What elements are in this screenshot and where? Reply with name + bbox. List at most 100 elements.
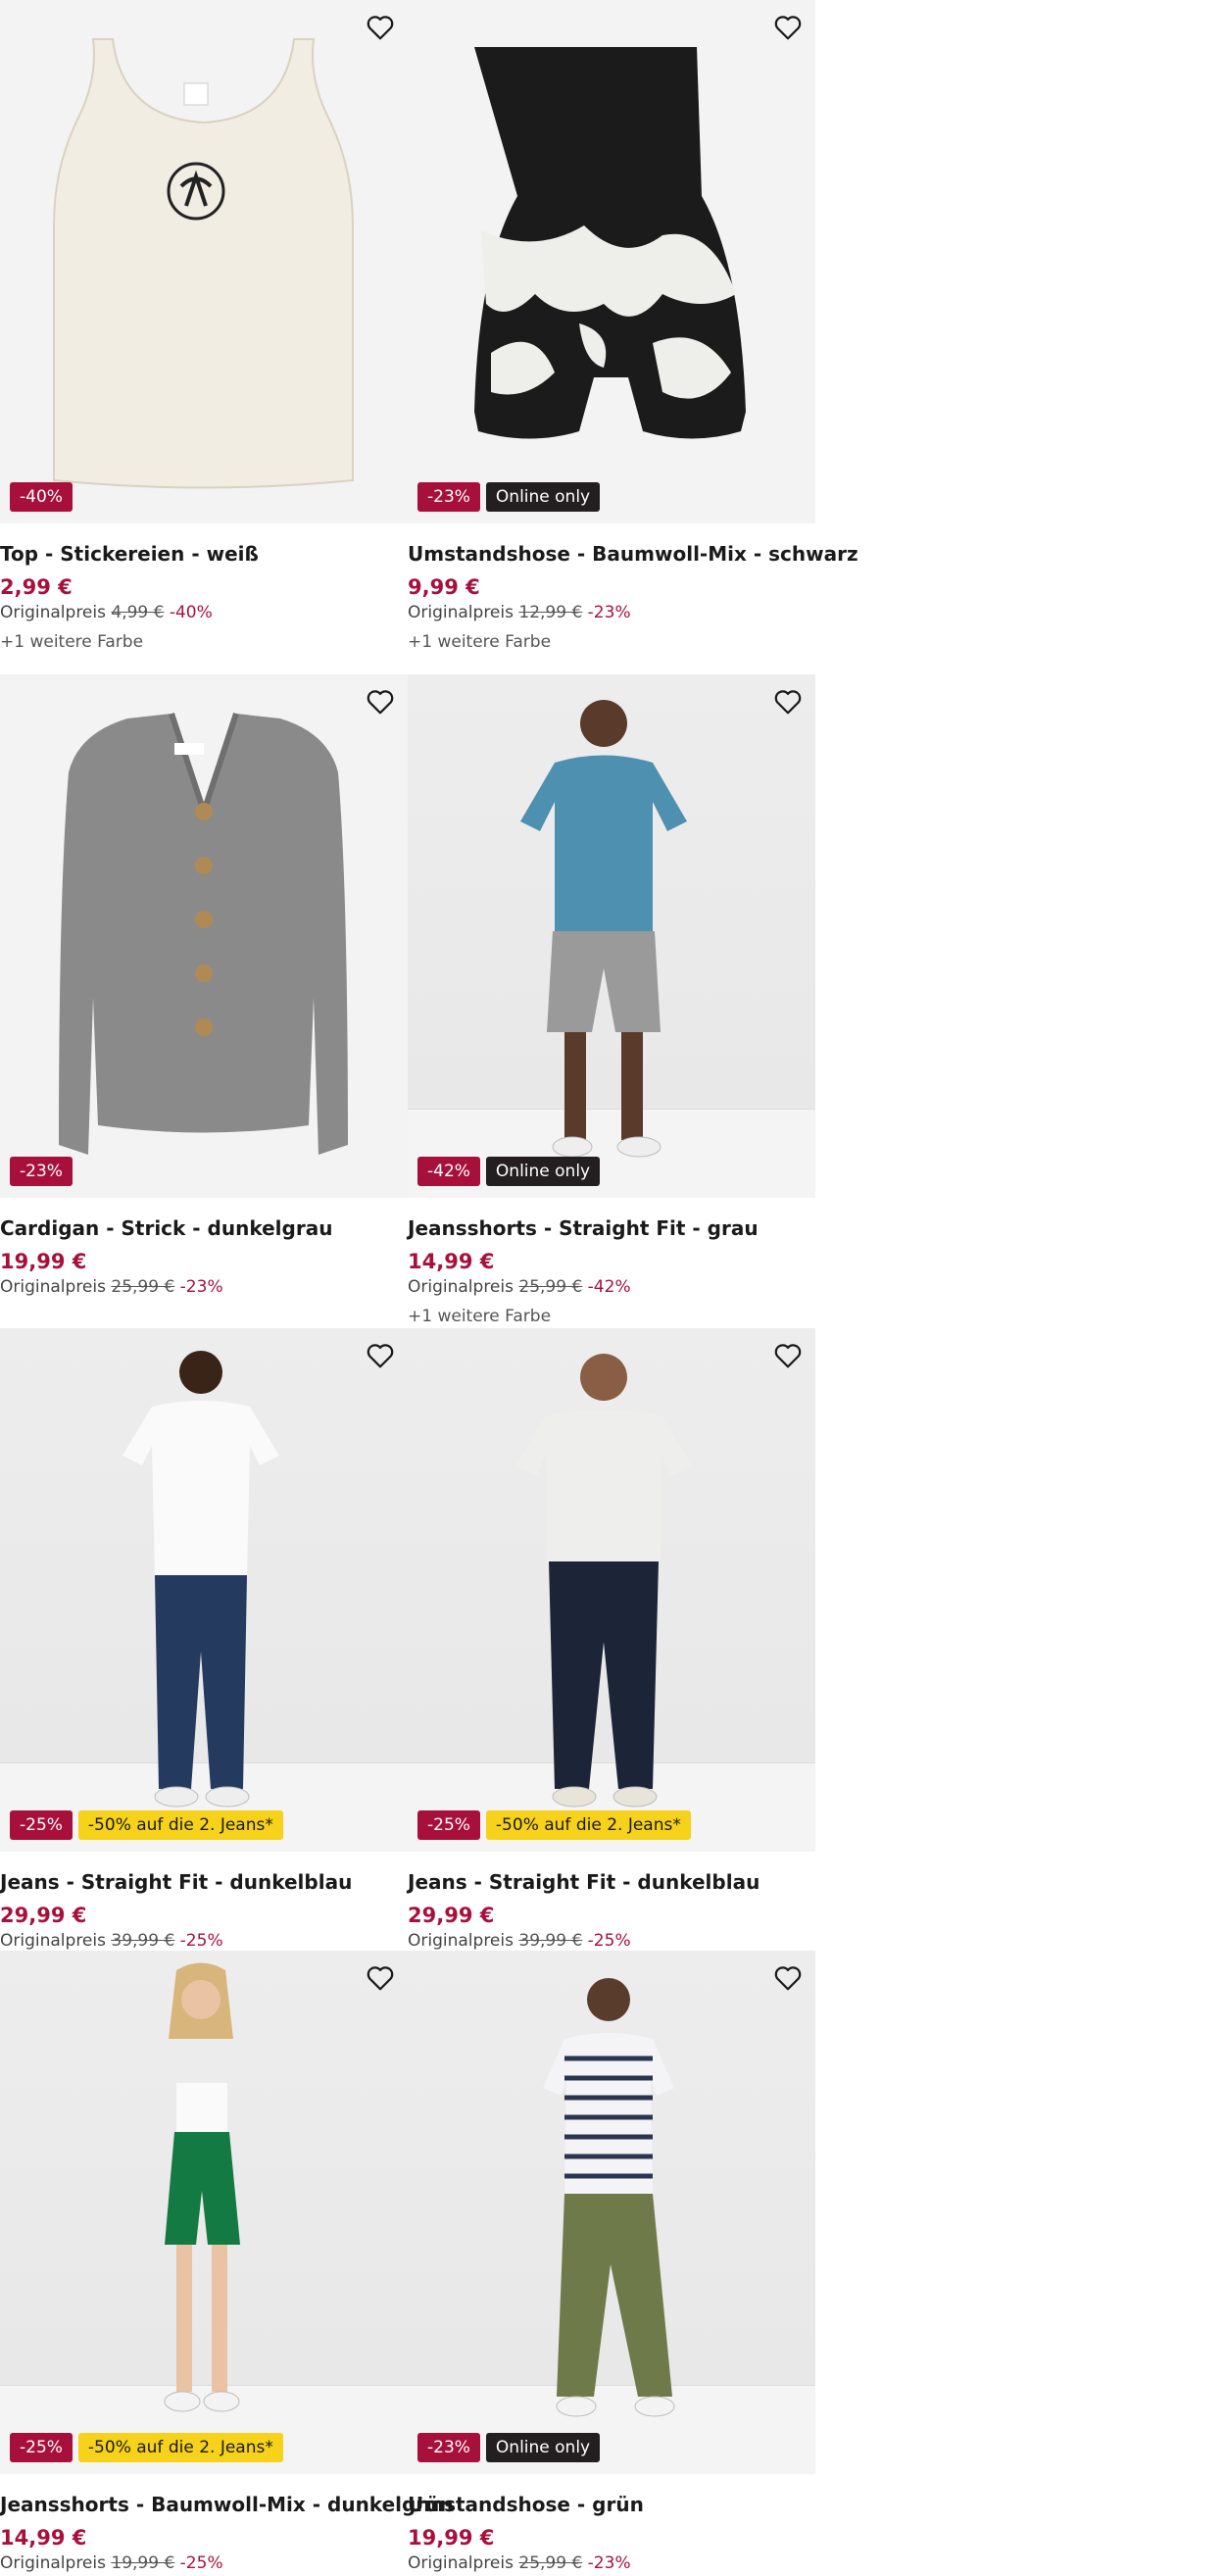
product-title[interactable]: Jeans - Straight Fit - dunkelblau bbox=[408, 1869, 815, 1895]
product-title[interactable]: Top - Stickereien - weiß bbox=[0, 541, 408, 567]
heart-outline-icon bbox=[774, 690, 802, 715]
product-title[interactable]: Cardigan - Strick - dunkelgrau bbox=[0, 1215, 408, 1241]
product-card[interactable]: -25% -50% auf die 2. Jeans* Jeans - Stra… bbox=[408, 1328, 815, 1952]
discount-percent: -25% bbox=[179, 2553, 223, 2573]
sale-price: 9,99 € bbox=[408, 575, 480, 599]
sale-price: 14,99 € bbox=[408, 1250, 495, 1273]
favorite-button[interactable] bbox=[363, 1338, 398, 1373]
sale-price: 14,99 € bbox=[0, 2526, 87, 2550]
original-price-row: Originalpreis 19,99 € -25% bbox=[0, 2552, 408, 2574]
favorite-button[interactable] bbox=[363, 10, 398, 45]
discount-percent: -23% bbox=[587, 603, 631, 622]
original-price-label: Originalpreis bbox=[0, 1277, 106, 1297]
heart-outline-icon bbox=[367, 1344, 394, 1368]
badge-group: -42% Online only bbox=[417, 1157, 601, 1186]
original-price-row: Originalpreis 12,99 € -23% bbox=[408, 602, 815, 623]
discount-percent: -25% bbox=[587, 1931, 631, 1951]
favorite-button[interactable] bbox=[363, 684, 398, 719]
favorite-button[interactable] bbox=[770, 1960, 806, 1996]
original-price-label: Originalpreis bbox=[0, 603, 106, 622]
original-price-row: Originalpreis 25,99 € -23% bbox=[408, 2552, 815, 2574]
favorite-button[interactable] bbox=[363, 1960, 398, 1996]
more-colors-link[interactable]: +1 weitere Farbe bbox=[408, 1306, 815, 1327]
product-image[interactable]: -23% bbox=[0, 674, 408, 1198]
discount-badge: -42% bbox=[417, 1157, 480, 1186]
badge-group: -23% Online only bbox=[417, 482, 601, 512]
original-price-row: Originalpreis 4,99 € -40% bbox=[0, 602, 408, 623]
sale-price: 19,99 € bbox=[0, 1250, 87, 1273]
product-card[interactable]: -23% Online only Umstandshose - Baumwoll… bbox=[408, 0, 858, 653]
product-title[interactable]: Jeansshorts - Straight Fit - grau bbox=[408, 1215, 815, 1241]
product-image[interactable]: -25% -50% auf die 2. Jeans* bbox=[0, 1328, 408, 1852]
badge-group: -40% bbox=[10, 482, 73, 512]
discount-badge: -23% bbox=[417, 2433, 480, 2462]
heart-outline-icon bbox=[774, 1344, 802, 1368]
original-price-label: Originalpreis bbox=[408, 603, 514, 622]
heart-outline-icon bbox=[774, 16, 802, 40]
product-card[interactable]: -25% -50% auf die 2. Jeans* Jeansshorts … bbox=[0, 1951, 454, 2574]
original-price-label: Originalpreis bbox=[0, 2553, 106, 2573]
original-price-label: Originalpreis bbox=[0, 1931, 106, 1951]
original-price: 39,99 € bbox=[518, 1931, 583, 1951]
original-price: 19,99 € bbox=[111, 2553, 175, 2573]
discount-percent: -23% bbox=[587, 2553, 631, 2573]
promo-badge: -50% auf die 2. Jeans* bbox=[77, 2433, 283, 2462]
original-price: 39,99 € bbox=[111, 1931, 175, 1951]
product-card[interactable]: -40% Top - Stickereien - weiß 2,99 € Ori… bbox=[0, 0, 408, 653]
heart-outline-icon bbox=[367, 16, 394, 40]
online-only-badge: Online only bbox=[485, 2433, 601, 2462]
product-card[interactable]: -25% -50% auf die 2. Jeans* Jeans - Stra… bbox=[0, 1328, 408, 1952]
discount-badge: -25% bbox=[10, 1810, 73, 1840]
discount-badge: -23% bbox=[10, 1157, 73, 1186]
favorite-button[interactable] bbox=[770, 684, 806, 719]
original-price: 25,99 € bbox=[518, 1277, 583, 1297]
product-card[interactable]: -23% Cardigan - Strick - dunkelgrau 19,9… bbox=[0, 674, 408, 1298]
product-image[interactable]: -25% -50% auf die 2. Jeans* bbox=[0, 1951, 408, 2474]
original-price-label: Originalpreis bbox=[408, 2553, 514, 2573]
discount-badge: -25% bbox=[10, 2433, 73, 2462]
product-image[interactable]: -23% Online only bbox=[408, 1951, 815, 2474]
promo-badge: -50% auf die 2. Jeans* bbox=[485, 1810, 691, 1840]
product-image[interactable]: -23% Online only bbox=[408, 0, 815, 523]
badge-group: -23% Online only bbox=[417, 2433, 601, 2462]
badge-group: -23% bbox=[10, 1157, 73, 1186]
promo-badge: -50% auf die 2. Jeans* bbox=[77, 1810, 283, 1840]
more-colors-link[interactable]: +1 weitere Farbe bbox=[0, 631, 408, 653]
original-price-row: Originalpreis 25,99 € -23% bbox=[0, 1276, 408, 1298]
original-price-row: Originalpreis 39,99 € -25% bbox=[408, 1930, 815, 1952]
product-card[interactable]: -42% Online only Jeansshorts - Straight … bbox=[408, 674, 815, 1327]
product-title[interactable]: Umstandshose - grün bbox=[408, 2492, 815, 2517]
product-image[interactable]: -40% bbox=[0, 0, 408, 523]
sale-price: 29,99 € bbox=[408, 1904, 495, 1927]
discount-percent: -23% bbox=[179, 1277, 223, 1297]
product-title[interactable]: Jeans - Straight Fit - dunkelblau bbox=[0, 1869, 408, 1895]
product-title[interactable]: Umstandshose - Baumwoll-Mix - schwarz bbox=[408, 541, 858, 567]
badge-group: -25% -50% auf die 2. Jeans* bbox=[417, 1810, 691, 1840]
product-card[interactable]: -23% Online only Umstandshose - grün 19,… bbox=[408, 1951, 815, 2574]
heart-outline-icon bbox=[367, 1966, 394, 1991]
original-price: 25,99 € bbox=[111, 1277, 175, 1297]
online-only-badge: Online only bbox=[485, 1157, 601, 1186]
heart-outline-icon bbox=[367, 690, 394, 715]
discount-badge: -25% bbox=[417, 1810, 480, 1840]
original-price-label: Originalpreis bbox=[408, 1931, 514, 1951]
favorite-button[interactable] bbox=[770, 10, 806, 45]
discount-badge: -40% bbox=[10, 482, 73, 512]
sale-price: 19,99 € bbox=[408, 2526, 495, 2550]
original-price: 4,99 € bbox=[111, 603, 165, 622]
product-title[interactable]: Jeansshorts - Baumwoll-Mix - dunkelgrün bbox=[0, 2492, 454, 2517]
original-price-row: Originalpreis 25,99 € -42% bbox=[408, 1276, 815, 1298]
badge-group: -25% -50% auf die 2. Jeans* bbox=[10, 1810, 283, 1840]
favorite-button[interactable] bbox=[770, 1338, 806, 1373]
product-image[interactable]: -42% Online only bbox=[408, 674, 815, 1198]
online-only-badge: Online only bbox=[485, 482, 601, 512]
badge-group: -25% -50% auf die 2. Jeans* bbox=[10, 2433, 283, 2462]
original-price-label: Originalpreis bbox=[408, 1277, 514, 1297]
product-grid: -40% Top - Stickereien - weiß 2,99 € Ori… bbox=[0, 0, 1225, 2576]
discount-percent: -40% bbox=[169, 603, 213, 622]
original-price-row: Originalpreis 39,99 € -25% bbox=[0, 1930, 408, 1952]
product-image[interactable]: -25% -50% auf die 2. Jeans* bbox=[408, 1328, 815, 1852]
heart-outline-icon bbox=[774, 1966, 802, 1991]
discount-percent: -25% bbox=[179, 1931, 223, 1951]
more-colors-link[interactable]: +1 weitere Farbe bbox=[408, 631, 815, 653]
